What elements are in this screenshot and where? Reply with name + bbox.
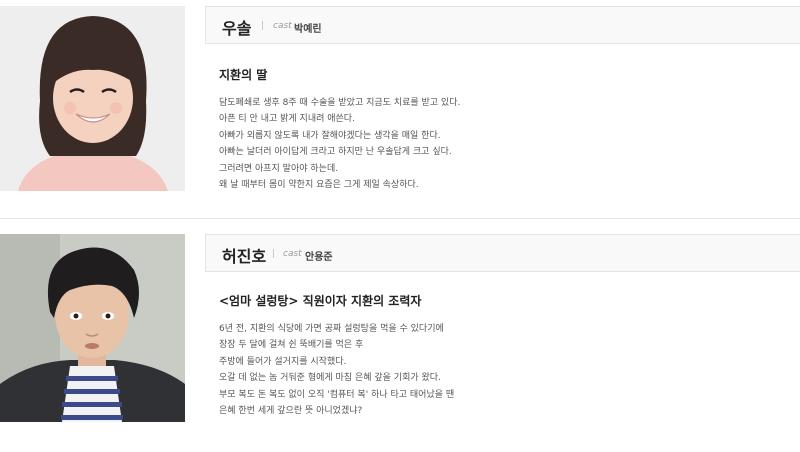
man-portrait-image (0, 234, 185, 422)
character-photo (0, 234, 185, 422)
character-name: 우솔 (222, 19, 252, 38)
character-photo (0, 6, 185, 191)
name-bar: 우솔 | cast 박예린 (205, 6, 800, 44)
description-line: 아픈 티 안 내고 밝게 지내려 애쓴다. (219, 114, 355, 125)
cast-label: cast (273, 21, 292, 31)
character-description: 담도폐쇄로 생후 8주 때 수술을 받았고 지금도 치료를 받고 있다. 아픈 … (219, 95, 779, 193)
description-line: 아빠가 외롭지 않도록 내가 잘해야겠다는 생각을 매일 한다. (219, 130, 441, 141)
character-entry: 허진호 | cast 안용준 <엄마 설렁탕> 직원이자 지환의 조력자 6년 … (0, 219, 800, 452)
girl-portrait-image (0, 6, 185, 191)
description-line: 아빠는 날더러 아이답게 크라고 하지만 난 우솔답게 크고 싶다. (219, 147, 452, 158)
description-line: 그러려면 아프지 말아야 하는데. (219, 163, 339, 174)
separator: | (261, 21, 265, 31)
cast-label: cast (283, 249, 302, 259)
separator: | (272, 249, 276, 259)
character-role: <엄마 설렁탕> 직원이자 지환의 조력자 (219, 294, 422, 308)
description-line: 담도폐쇄로 생후 8주 때 수술을 받았고 지금도 치료를 받고 있다. (219, 98, 461, 108)
actor-name: 안용준 (305, 252, 333, 263)
character-description: 6년 전, 지환의 식당에 가면 공짜 설렁탕을 먹을 수 있다기에 장장 두 … (219, 321, 779, 419)
description-line: 은혜 한번 세게 갚으란 뜻 아니었겠냐? (219, 406, 363, 417)
name-bar: 허진호 | cast 안용준 (205, 234, 800, 272)
character-entry: 우솔 | cast 박예린 지환의 딸 담도폐쇄로 생후 8주 때 수술을 받았… (0, 0, 800, 218)
character-name: 허진호 (222, 247, 267, 266)
description-line: 오갈 데 없는 놈 거둬준 형에게 마침 은혜 갚을 기회가 왔다. (219, 373, 441, 384)
character-role: 지환의 딸 (219, 68, 268, 82)
description-line: 6년 전, 지환의 식당에 가면 공짜 설렁탕을 먹을 수 있다기에 (219, 324, 444, 334)
actor-name: 박예린 (294, 24, 322, 35)
description-line: 주방에 들어가 설거지를 시작했다. (219, 356, 347, 367)
description-line: 장장 두 달에 걸쳐 쉰 뚝배기를 먹은 후 (219, 340, 364, 351)
description-line: 왜 날 때부터 몸이 약한지 요즘은 그게 제일 속상하다. (219, 180, 419, 191)
description-line: 부모 복도 돈 복도 없이 오직 '컴퓨터 복' 하나 타고 태어났을 땐 (219, 389, 455, 400)
